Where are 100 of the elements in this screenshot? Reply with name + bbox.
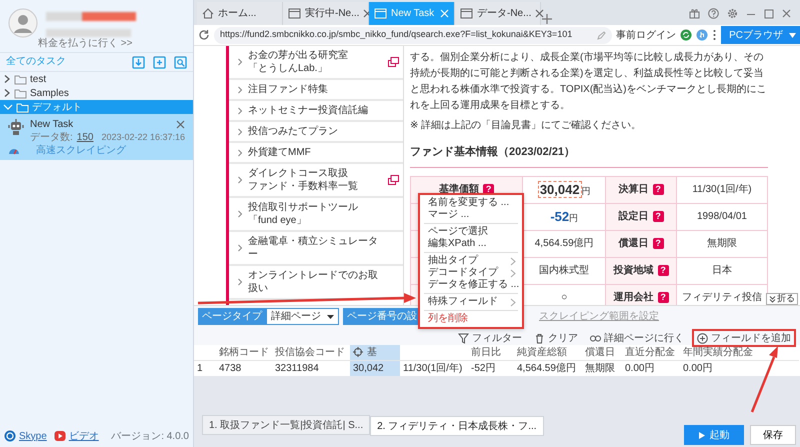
chevron-down-icon[interactable] xyxy=(3,102,13,112)
close-icon[interactable] xyxy=(176,120,185,129)
maximize-icon[interactable] xyxy=(764,8,774,18)
field-label: 決算日 xyxy=(618,184,649,195)
double-chevron-icon xyxy=(769,296,776,302)
task-timestamp: 2023-02-22 16:37:16 xyxy=(101,131,186,144)
table-cell: 30,042 xyxy=(350,360,400,376)
collapse-button[interactable]: 折る xyxy=(766,293,798,305)
column-header[interactable]: 基 xyxy=(367,347,377,358)
nav-link[interactable]: 外貨建てMMF xyxy=(229,143,403,164)
footer-link[interactable]: ビデオ xyxy=(68,428,99,444)
toolbar-button[interactable]: クリア xyxy=(530,329,582,347)
caret-icon xyxy=(789,32,796,38)
toolbar-button[interactable]: フィルター xyxy=(454,329,526,347)
field-value: 国内株式型 xyxy=(539,265,590,276)
chat-logo-icon[interactable] xyxy=(4,430,16,442)
folder-item[interactable]: Samples xyxy=(0,86,193,100)
page-type-select[interactable]: 詳細ページ xyxy=(266,308,339,325)
link-icon xyxy=(590,332,601,344)
price-value: 30,042 xyxy=(538,180,582,198)
menu-item[interactable]: データを修正する ... xyxy=(420,279,522,291)
page-tab[interactable]: 1. 取扱ファンド一覧|投資信託| S... xyxy=(202,415,370,435)
download-icon[interactable] xyxy=(132,56,145,68)
menu-item[interactable]: 抽出タイプ xyxy=(420,255,522,267)
menu-item[interactable]: 編集XPath ... xyxy=(420,238,522,250)
column-header[interactable]: 銘柄コード xyxy=(219,347,269,358)
menu-item[interactable]: ページで選択 xyxy=(420,226,522,238)
data-count-link[interactable]: 150 xyxy=(76,131,94,144)
field-label: 基準価額 xyxy=(439,184,480,195)
more-icon[interactable] xyxy=(712,29,718,41)
chevron-right-icon xyxy=(237,126,243,136)
folder-icon xyxy=(16,102,29,112)
browser-tab[interactable]: ホーム... xyxy=(197,2,283,25)
reload-icon[interactable] xyxy=(198,29,210,41)
help-badge[interactable]: ? xyxy=(652,184,664,195)
menu-item[interactable]: マージ ... xyxy=(420,209,522,221)
close-icon[interactable] xyxy=(535,9,544,18)
table-cell: 0.00円 xyxy=(622,360,680,376)
table-cell: -52円 xyxy=(468,360,514,376)
field-value: 日本 xyxy=(712,265,732,276)
task-name[interactable]: New Task xyxy=(30,118,186,131)
pencil-icon[interactable] xyxy=(597,30,606,40)
nav-link[interactable]: ネットセミナー投資信託編 xyxy=(229,101,403,122)
add-circle-icon xyxy=(697,332,708,344)
nav-link[interactable]: 金融電卓・積立シミュレータ ー xyxy=(229,232,403,266)
close-icon[interactable] xyxy=(782,8,792,18)
gift-icon[interactable] xyxy=(689,8,700,19)
column-header[interactable]: 前日比 xyxy=(471,347,501,358)
chevron-right-icon xyxy=(510,298,516,306)
save-button[interactable]: 保存 xyxy=(750,425,796,445)
column-header[interactable]: 投信協会コード xyxy=(275,347,345,358)
add-file-icon[interactable] xyxy=(153,56,166,68)
tab-label: 実行中-Ne... xyxy=(305,6,360,21)
field-label: 償還日 xyxy=(618,238,649,249)
page-icon xyxy=(460,8,473,19)
nav-link[interactable]: お金の芽が出る研究室 「とうしんLab.」 xyxy=(229,46,403,80)
toolbar-button[interactable]: フィールドを追加 xyxy=(692,329,796,347)
browser-tab[interactable]: データ-Ne... xyxy=(455,2,541,25)
task-card[interactable]: New Task データ数: 150 2023-02-22 16:37:16 高速スクレイピング xyxy=(0,114,193,160)
pre-login-link[interactable]: 事前ログイン xyxy=(616,28,676,42)
field-label: 設定日 xyxy=(618,211,649,222)
tab-label: New Task xyxy=(391,7,436,21)
footer-link[interactable]: Skype xyxy=(19,428,47,444)
page-icon xyxy=(374,8,387,19)
menu-item[interactable]: 名前を変更する ... xyxy=(420,197,522,209)
play-icon[interactable] xyxy=(54,430,66,442)
column-header[interactable]: 直近分配金 xyxy=(625,347,675,358)
menu-item[interactable]: 列を削除 xyxy=(420,313,522,325)
column-header[interactable]: 純資産総額 xyxy=(517,347,567,358)
help-icon[interactable] xyxy=(708,8,719,19)
menu-item[interactable]: 特殊フィールド xyxy=(420,296,522,308)
search-file-icon[interactable] xyxy=(174,56,187,68)
nav-link[interactable]: 注目ファンド特集 xyxy=(229,80,403,101)
page-tab[interactable]: 2. フィデリティ・日本成長株・フ... xyxy=(370,416,544,436)
table-cell: 11/30(1回/年) xyxy=(400,360,468,376)
refresh-badge-icon[interactable] xyxy=(680,29,692,41)
folder-item[interactable]: test xyxy=(0,72,193,86)
chevron-right-icon xyxy=(237,277,243,287)
help-badge[interactable]: ? xyxy=(652,211,664,222)
pay-link[interactable]: 料金を払うに行く >> xyxy=(0,38,193,52)
address-field[interactable]: https://fund2.smbcnikko.co.jp/smbc_nikko_fund/qsearch.exe?F=list_kokunai&KEY3=101 xyxy=(214,26,612,44)
browser-tab[interactable]: 実行中-Ne... xyxy=(283,2,369,25)
column-header[interactable]: 年間実績分配金 xyxy=(683,347,753,358)
new-tab-icon[interactable] xyxy=(541,13,553,25)
nav-link[interactable]: 投信取引サポートツール 「fund eye」 xyxy=(229,198,403,232)
caret-icon xyxy=(327,314,334,318)
help-badge[interactable]: ? xyxy=(652,238,664,249)
play-icon xyxy=(698,432,704,438)
scrape-mode-label: 高速スクレイピング xyxy=(36,144,126,157)
change-value: -52 xyxy=(550,208,570,224)
nav-link[interactable]: ダイレクトコース取扱 ファンド・手数料率一覧 xyxy=(229,164,403,198)
help-badge[interactable]: ? xyxy=(658,265,669,276)
nav-link[interactable]: オンライントレードでのお取 扱い xyxy=(229,266,403,300)
help-badge[interactable]: ? xyxy=(658,292,669,303)
version-label: バージョン: 4.0.0 xyxy=(111,430,189,444)
toolbar-button[interactable]: 詳細ページに行く xyxy=(586,329,688,347)
menu-item[interactable]: デコードタイプ xyxy=(420,267,522,279)
settings-icon[interactable] xyxy=(727,8,738,19)
column-header[interactable]: 償還日 xyxy=(585,347,615,358)
nav-link[interactable]: 投信つみたてプラン xyxy=(229,122,403,143)
